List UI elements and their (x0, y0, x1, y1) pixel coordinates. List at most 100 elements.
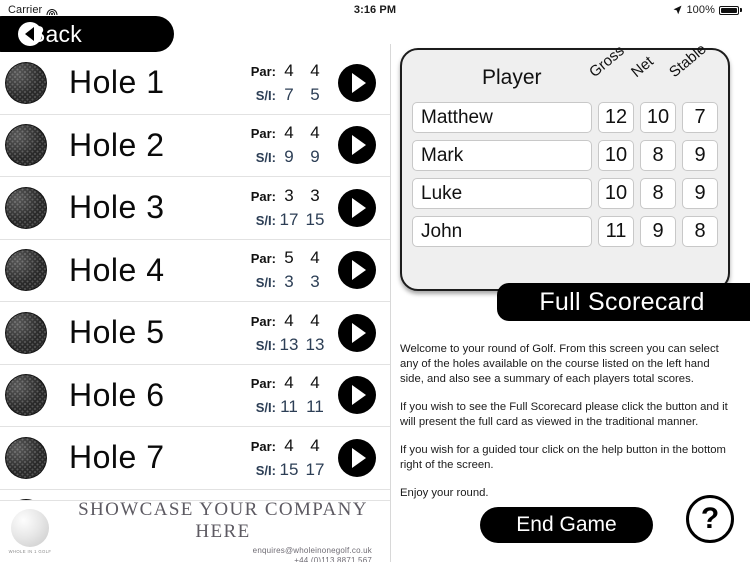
golf-ball-icon (5, 436, 47, 479)
help-button[interactable]: ? (686, 495, 734, 543)
instructions-paragraph-4: Enjoy your round. (400, 487, 489, 499)
stable-score-cell: 8 (682, 216, 718, 247)
si-label: S/I: (255, 400, 276, 416)
full-scorecard-button[interactable]: Full Scorecard (497, 283, 750, 321)
hole-row[interactable]: Hole 4 Par: 5 4 S/I: 3 3 (0, 239, 390, 302)
player-name-field[interactable]: John (412, 216, 592, 247)
par-value: 4 (284, 435, 294, 455)
par-value: 4 (310, 310, 320, 330)
si-label: S/I: (255, 87, 276, 103)
battery-full-icon (719, 5, 742, 15)
hole-go-button[interactable] (338, 63, 376, 102)
stable-score-cell: 7 (682, 102, 718, 133)
hole-go-button[interactable] (338, 188, 376, 227)
hole-stats: Par: 4 4 S/I: 11 11 (251, 373, 328, 417)
golf-ball-icon (5, 311, 47, 354)
panel-divider (390, 44, 391, 562)
scorecard-col-net: Net (628, 52, 657, 81)
hole-go-button[interactable] (338, 376, 376, 415)
hole-go-button[interactable] (338, 438, 376, 477)
hole-list[interactable]: Hole 1 Par: 4 4 S/I: 7 5 Hole 2 Par: 4 4 S/I: 9 9 Hole… (0, 52, 390, 500)
player-name-field[interactable]: Matthew (412, 102, 592, 133)
gross-score-cell: 10 (598, 140, 634, 171)
ad-email: enquires@wholeinonegolf.co.uk (252, 545, 372, 555)
ad-logo: WHOLE IN 1 GOLF (8, 509, 52, 554)
par-value: 5 (284, 248, 294, 268)
ad-phone: +44 (0)113 8871 567 (294, 555, 372, 562)
summary-scorecard-panel: Player Gross Net Stable Matthew 12 10 7 Mark… (400, 41, 730, 291)
par-value: 4 (284, 123, 294, 143)
si-value: 15 (279, 459, 299, 479)
instructions-paragraph-1: Welcome to your round of Golf. From this… (400, 343, 719, 385)
app-root: Carrier 3:16 PM 100% Back Hole 1 Par: 4 4 S/… (0, 0, 750, 562)
scorecard-col-gross: Gross (586, 42, 628, 81)
par-value: 4 (284, 310, 294, 330)
si-value: 9 (310, 147, 320, 167)
si-value: 13 (279, 334, 299, 354)
par-value: 4 (310, 373, 320, 393)
gross-score-cell: 11 (598, 216, 634, 247)
si-label: S/I: (255, 275, 276, 291)
par-value: 4 (310, 123, 320, 143)
hole-row[interactable]: Hole 6 Par: 4 4 S/I: 11 11 (0, 364, 390, 427)
hole-go-button[interactable] (338, 251, 376, 290)
par-label: Par: (250, 251, 276, 267)
end-game-label: End Game (516, 513, 617, 536)
par-label: Par: (250, 188, 276, 204)
par-label: Par: (250, 63, 276, 79)
par-value: 3 (310, 185, 320, 205)
si-label: S/I: (255, 212, 276, 228)
scorecard-row: Luke 10 8 9 (412, 178, 718, 209)
hole-row[interactable]: Hole 3 Par: 3 3 S/I: 17 15 (0, 177, 390, 240)
status-bar-right: 100% (673, 4, 742, 16)
hole-name: Hole 2 (69, 126, 165, 163)
si-value: 11 (306, 397, 324, 417)
par-value: 4 (284, 60, 294, 80)
golf-ball-icon (5, 186, 47, 229)
golf-ball-icon (5, 374, 47, 417)
hole-go-button[interactable] (338, 313, 376, 352)
status-bar-time: 3:16 PM (353, 4, 397, 16)
golf-ball-icon (5, 61, 47, 104)
hole-row[interactable]: Hole 2 Par: 4 4 S/I: 9 9 (0, 114, 390, 177)
stable-score-cell: 9 (682, 178, 718, 209)
scorecard-rows: Matthew 12 10 7 Mark 10 8 9 Luke 10 8 9 John 11 9 8 (402, 102, 728, 247)
hole-stats: Par: 4 4 S/I: 9 9 (251, 123, 328, 167)
ad-headline: SHOWCASE YOUR COMPANY HERE (78, 498, 368, 542)
stable-score-cell: 9 (682, 140, 718, 171)
hole-name: Hole 3 (69, 189, 165, 226)
par-label: Par: (250, 438, 276, 454)
par-label: Par: (250, 313, 276, 329)
gross-score-cell: 12 (598, 102, 634, 133)
player-name-field[interactable]: Luke (412, 178, 592, 209)
instructions-paragraph-3: If you wish for a guided tour click on t… (400, 444, 726, 471)
scorecard-col-stable: Stable (666, 40, 710, 81)
hole-name: Hole 4 (69, 251, 165, 288)
golf-ball-icon (5, 249, 47, 292)
hole-stats: Par: 5 4 S/I: 3 3 (251, 248, 328, 292)
hole-row[interactable]: Hole 1 Par: 4 4 S/I: 7 5 (0, 52, 390, 115)
si-value: 7 (284, 84, 294, 104)
si-value: 3 (284, 272, 294, 292)
par-value: 4 (310, 248, 320, 268)
hole-row[interactable]: Hole 5 Par: 4 4 S/I: 13 13 (0, 302, 390, 365)
hole-stats: Par: 3 3 S/I: 17 15 (251, 186, 328, 230)
ad-text: SHOWCASE YOUR COMPANY HERE enquires@whol… (52, 499, 390, 562)
par-value: 4 (284, 373, 294, 393)
net-score-cell: 8 (640, 178, 676, 209)
si-value: 9 (284, 147, 294, 167)
si-value: 17 (305, 459, 325, 479)
scorecard-player-header: Player (482, 66, 542, 89)
advertisement-banner[interactable]: WHOLE IN 1 GOLF SHOWCASE YOUR COMPANY HE… (0, 499, 390, 562)
back-button[interactable]: Back (0, 16, 174, 52)
full-scorecard-label: Full Scorecard (539, 287, 705, 316)
hole-stats: Par: 4 4 S/I: 13 13 (251, 311, 328, 355)
scorecard-row: Matthew 12 10 7 (412, 102, 718, 133)
hole-stats: Par: 4 4 S/I: 15 17 (251, 436, 328, 480)
end-game-button[interactable]: End Game (480, 507, 653, 543)
hole-row[interactable]: Hole 7 Par: 4 4 S/I: 15 17 (0, 427, 390, 490)
si-label: S/I: (255, 150, 276, 166)
hole-go-button[interactable] (338, 126, 376, 165)
si-value: 11 (280, 397, 298, 417)
player-name-field[interactable]: Mark (412, 140, 592, 171)
